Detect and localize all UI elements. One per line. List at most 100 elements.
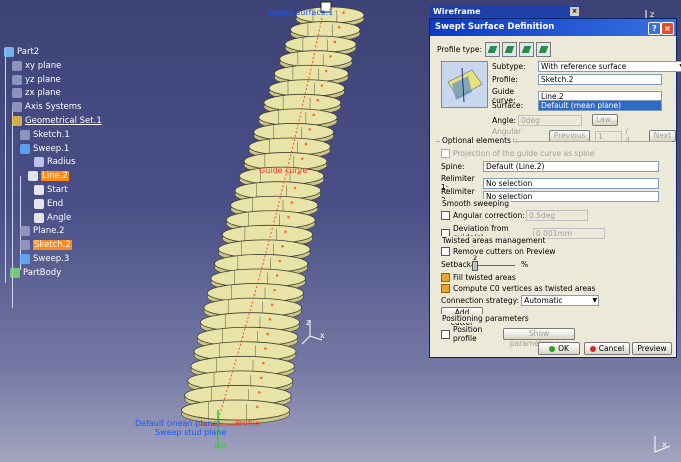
profile-type-explicit-icon[interactable]: [485, 42, 500, 57]
corner-x-label: x: [662, 440, 667, 449]
spine-field[interactable]: Default (Line.2): [483, 161, 659, 172]
projection-row: Projection of the guide curve as spine: [441, 149, 595, 158]
remove-cutters-checkbox[interactable]: [441, 247, 450, 256]
wireframe-title: Wireframe: [433, 7, 481, 16]
profile-type-conic-icon[interactable]: [536, 42, 551, 57]
tree-item-zx-plane[interactable]: zx plane: [12, 87, 61, 99]
compute-c0-checkbox[interactable]: [441, 284, 450, 293]
tree-item-start[interactable]: Start: [34, 184, 68, 196]
bottom-label-2: Sweep stud plane: [155, 428, 227, 437]
partbody-icon: [10, 267, 20, 278]
compass-x-label: x: [320, 331, 325, 340]
angular-correction-field[interactable]: 0.5deg: [526, 210, 588, 221]
subtype-value: With reference surface: [541, 62, 627, 71]
tree-item-label: Part2: [17, 47, 40, 57]
angular-correction-checkbox[interactable]: [441, 211, 450, 220]
sector-total: / 4: [625, 127, 631, 145]
guide-curve-label: Guide curve: [259, 166, 308, 175]
compute-c0-row: Compute C0 vertices as twisted areas: [441, 284, 595, 293]
surface-field[interactable]: Default (mean plane): [538, 100, 662, 111]
profile-field[interactable]: Sketch.2: [538, 74, 662, 85]
wireframe-close-button[interactable]: ×: [570, 7, 579, 16]
spine-label: Spine:: [441, 162, 465, 171]
point-icon: [34, 185, 44, 195]
tree-item-label: Geometrical Set.1: [25, 116, 102, 126]
axis-system-icon: [12, 102, 22, 113]
tree-item-sweep-3[interactable]: Sweep.3: [20, 253, 69, 265]
fill-twisted-checkbox[interactable]: [441, 273, 450, 282]
tree-item-label: yz plane: [25, 74, 61, 85]
tree-item-angle[interactable]: Angle: [34, 212, 71, 224]
subtype-preview-image: [441, 61, 488, 108]
compute-c0-label: Compute C0 vertices as twisted areas: [453, 284, 596, 293]
wireframe-toolbar[interactable]: Wireframe ×: [429, 6, 580, 17]
connection-row: Connection strategy: Automatic ▼: [441, 295, 600, 306]
tree-item-label: Plane.2: [33, 226, 65, 237]
preview-button[interactable]: Preview: [632, 342, 672, 355]
tree-item-label: Start: [47, 185, 68, 195]
tree-item-axis-systems[interactable]: Axis Systems: [12, 101, 81, 113]
optional-elements-group: Optional elements: [436, 136, 672, 145]
connection-select[interactable]: Automatic ▼: [521, 295, 600, 306]
chevron-down-icon[interactable]: ▼: [592, 296, 597, 305]
dialog-titlebar: Swept Surface Definition ? ×: [430, 19, 676, 36]
tree-item-label: xy plane: [25, 60, 62, 71]
setback-slider[interactable]: 2: [471, 254, 515, 271]
dialog-title: Swept Surface Definition: [435, 22, 555, 32]
angle-label: Angle:: [492, 115, 516, 125]
projection-checkbox[interactable]: [441, 149, 450, 158]
profile-type-circle-icon[interactable]: [519, 42, 534, 57]
tree-item-yz-plane[interactable]: yz plane: [12, 74, 61, 86]
tree-item-partbody[interactable]: PartBody: [10, 267, 61, 279]
angular-correction-label: Angular correction:: [453, 211, 525, 220]
law-button[interactable]: Law...: [592, 114, 618, 126]
subtype-select[interactable]: With reference surface▼: [538, 61, 681, 72]
tree-item-label: Radius: [47, 157, 76, 168]
subtype-label: Subtype:: [492, 62, 526, 71]
specification-tree: Part2 xy plane yz plane zx plane Axis System…: [0, 40, 110, 308]
angle-icon: [34, 212, 44, 223]
tree-item-end[interactable]: End: [34, 198, 63, 210]
preview-illustration: [447, 67, 483, 103]
plane-icon: [12, 74, 22, 85]
tree-item-line-2[interactable]: Line.2: [28, 170, 69, 182]
bottom-label-3: Profile: [235, 419, 260, 428]
plane-icon: [20, 226, 30, 237]
ok-button[interactable]: OK: [538, 342, 580, 355]
ok-label: OK: [558, 344, 569, 353]
tree-item-xy-plane[interactable]: xy plane: [12, 60, 61, 72]
hm-label: HM: [214, 442, 227, 451]
tree-item-label: Sweep.1: [33, 143, 70, 154]
dialog-buttons: OK Cancel Preview: [430, 339, 676, 357]
smooth-sweeping-title: Smooth sweeping: [440, 199, 511, 208]
cancel-icon: [589, 346, 596, 352]
compass-z-label: z: [306, 318, 311, 327]
angular-sector-row: Angular sector: Previous 1 / 4 Next: [492, 127, 676, 145]
tree-item-sketch-1[interactable]: Sketch.1: [20, 129, 70, 141]
compass-icon[interactable]: [301, 320, 323, 345]
tree-item-sweep-1[interactable]: Sweep.1: [20, 143, 69, 155]
angle-row: Angle: 0deg Law...: [492, 114, 618, 126]
connection-label: Connection strategy:: [441, 296, 520, 305]
profile-row: Profile: Sketch.2: [492, 74, 662, 85]
remove-cutters-row: Remove cutters on Preview: [441, 247, 556, 256]
tree-item-geometrical-set-1[interactable]: Geometrical Set.1: [12, 115, 102, 127]
cancel-label: Cancel: [598, 344, 625, 353]
position-profile-checkbox[interactable]: [441, 329, 450, 339]
angle-field[interactable]: 0deg: [518, 114, 582, 126]
tree-item-part2[interactable]: Part2: [4, 46, 39, 58]
surface-label: Surface:: [492, 101, 524, 110]
setback-label: Setback: [441, 260, 472, 269]
dialog-close-button[interactable]: ×: [661, 22, 674, 35]
cancel-button[interactable]: Cancel: [584, 342, 630, 355]
bottom-label-1: Default (mean plane): [135, 419, 221, 428]
angular-correction-row: Angular correction: 0.5deg: [441, 210, 588, 221]
tree-item-label: zx plane: [25, 88, 61, 99]
profile-type-line-icon[interactable]: [502, 42, 517, 57]
3d-viewport[interactable]: Sweep.surface.1 Guide curve Default (mea…: [0, 0, 681, 462]
tree-item-radius[interactable]: Radius: [34, 156, 76, 168]
tree-item-plane-2[interactable]: Plane.2: [20, 225, 64, 237]
tree-item-sketch-2[interactable]: Sketch.2: [20, 239, 72, 251]
help-button[interactable]: ?: [648, 22, 661, 35]
sector-field[interactable]: 1: [595, 130, 623, 142]
